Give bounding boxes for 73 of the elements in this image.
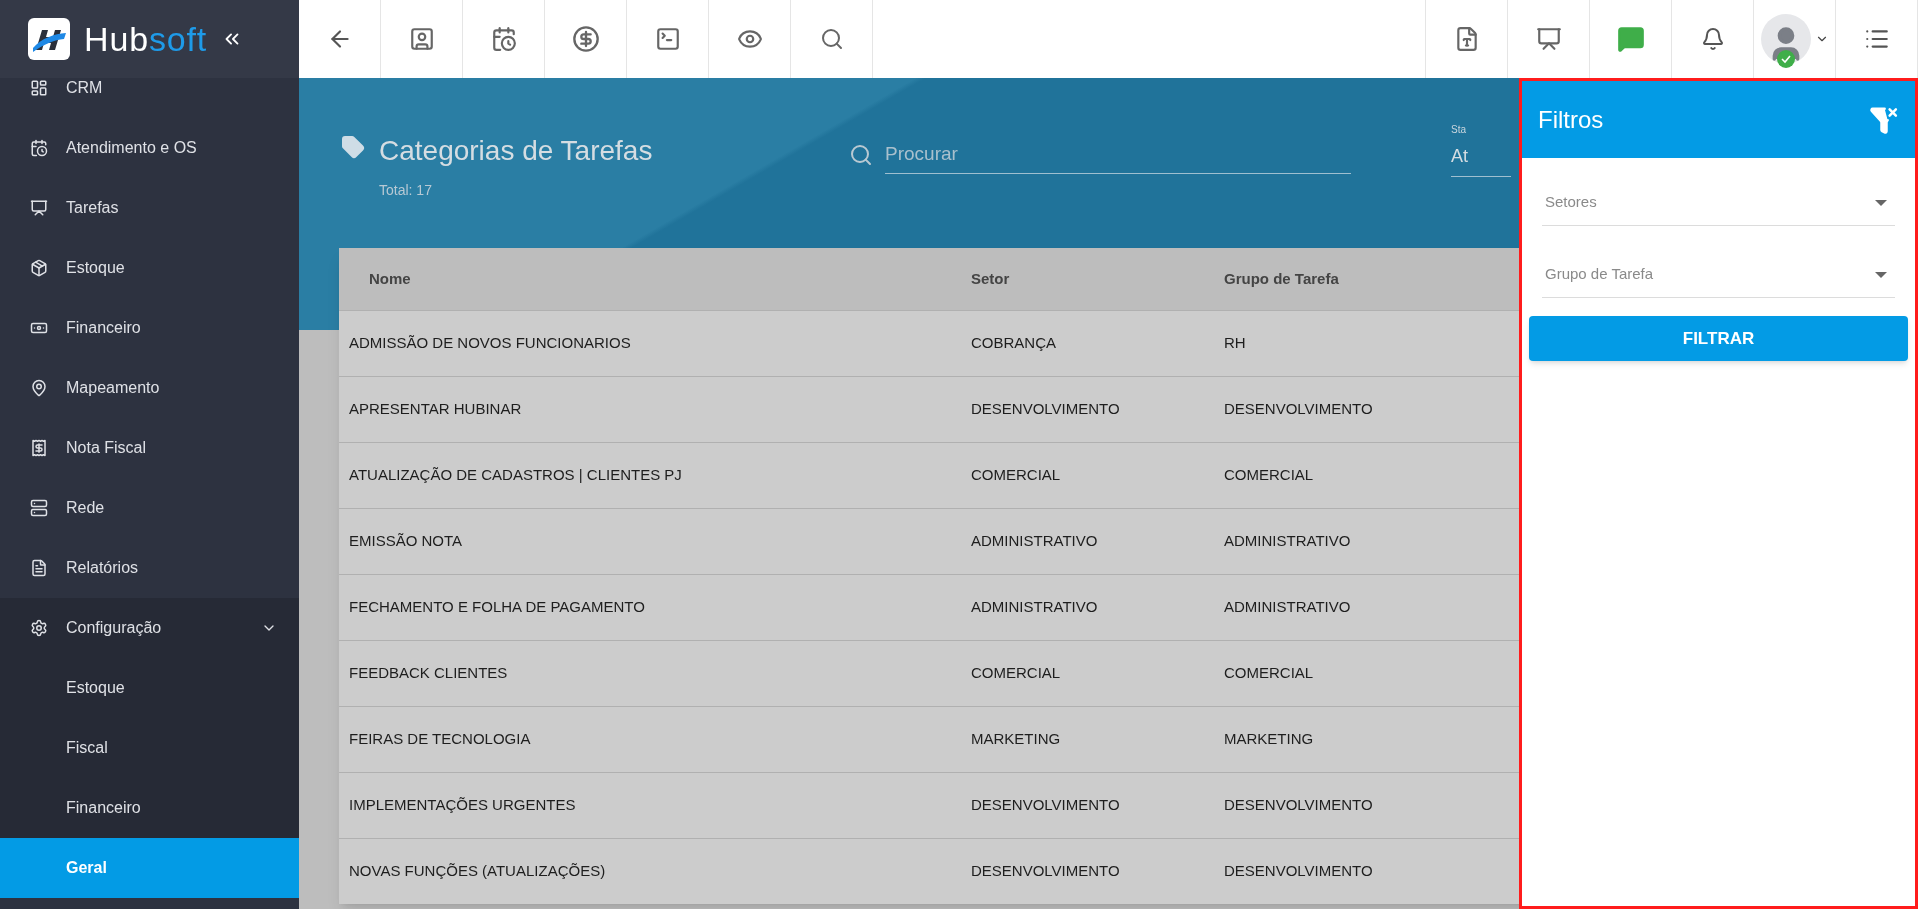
sidebar-item[interactable]: Atendimento e OS xyxy=(0,118,299,178)
calendar-clock-icon[interactable] xyxy=(490,26,517,52)
select-field[interactable]: Setores xyxy=(1542,180,1895,226)
total-count: Total: 17 xyxy=(379,181,433,200)
chat-icon[interactable] xyxy=(1616,25,1645,53)
status-field[interactable]: At xyxy=(1451,143,1511,177)
table-cell: COBRANÇA xyxy=(971,334,1056,352)
table-cell: MARKETING xyxy=(1224,730,1314,748)
panel-title: Filtros xyxy=(1538,104,1604,135)
sidebar-item[interactable]: Relatórios xyxy=(0,538,299,598)
table-cell: ADMINISTRATIVO xyxy=(1224,598,1351,616)
calendar-clock-icon xyxy=(30,139,48,157)
server-icon xyxy=(30,499,48,517)
sidebar-item[interactable]: CRM xyxy=(0,78,299,118)
bell-icon[interactable] xyxy=(1700,27,1725,51)
table-cell: ADMISSÃO DE NOVOS FUNCIONARIOS xyxy=(349,334,631,352)
sidebar-item[interactable]: Tarefas xyxy=(0,178,299,238)
dropdown-arrow-icon xyxy=(1875,271,1887,278)
table-cell: EMISSÃO NOTA xyxy=(349,532,463,550)
table-cell: NOVAS FUNÇÕES (ATUALIZAÇÕES) xyxy=(349,862,606,880)
sidebar-item[interactable]: Mapeamento xyxy=(0,358,299,418)
table-cell: ADMINISTRATIVO xyxy=(1224,532,1351,550)
table-cell: FEEDBACK CLIENTES xyxy=(349,664,508,682)
search-icon[interactable] xyxy=(819,27,844,51)
dashboard-icon xyxy=(30,79,48,97)
logo-text: Hubsoft xyxy=(84,22,208,56)
sidebar-item[interactable]: Estoque xyxy=(0,658,299,718)
sidebar-item[interactable]: Estoque xyxy=(0,238,299,298)
table-cell: DESENVOLVIMENTO xyxy=(971,862,1120,880)
logo-icon xyxy=(28,18,70,60)
document-icon xyxy=(30,559,48,577)
sidebar-item[interactable]: Financeiro xyxy=(0,778,299,838)
page-title: Categorias de Tarefas xyxy=(379,134,654,168)
table-cell: COMERCIAL xyxy=(1224,466,1314,484)
dollar-icon[interactable] xyxy=(571,25,600,53)
terminal-icon[interactable] xyxy=(654,26,681,52)
table-cell: COMERCIAL xyxy=(1224,664,1314,682)
table-cell: COMERCIAL xyxy=(971,664,1061,682)
search-icon xyxy=(849,142,873,167)
table-cell: DESENVOLVIMENTO xyxy=(1224,796,1373,814)
status-label: Sta xyxy=(1451,123,1467,137)
sidebar-item[interactable]: Financeiro xyxy=(0,298,299,358)
board-icon[interactable] xyxy=(1535,26,1562,52)
table-cell: DESENVOLVIMENTO xyxy=(971,400,1120,418)
table-cell: ADMINISTRATIVO xyxy=(971,598,1098,616)
settings-icon xyxy=(30,619,48,637)
dropdown-arrow-icon xyxy=(1875,199,1887,206)
column-header[interactable]: Nome xyxy=(369,269,411,287)
table-cell: IMPLEMENTAÇÕES URGENTES xyxy=(349,796,576,814)
table-cell: COMERCIAL xyxy=(971,466,1061,484)
tag-icon xyxy=(341,135,365,159)
table-cell: MARKETING xyxy=(971,730,1061,748)
table-cell: ADMINISTRATIVO xyxy=(971,532,1098,550)
sidebar-item[interactable]: Configuração xyxy=(0,598,299,658)
sidebar-item[interactable]: Nota Fiscal xyxy=(0,418,299,478)
table-cell: ATUALIZAÇÃO DE CADASTROS | CLIENTES PJ xyxy=(349,466,682,484)
table-cell: DESENVOLVIMENTO xyxy=(971,796,1120,814)
receipt-icon xyxy=(30,439,48,457)
table-cell: FEIRAS DE TECNOLOGIA xyxy=(349,730,531,748)
sidebar-item[interactable]: Fiscal xyxy=(0,718,299,778)
search-field[interactable]: Procurar xyxy=(885,136,1351,174)
table-cell: DESENVOLVIMENTO xyxy=(1224,862,1373,880)
sidebar-item[interactable]: Rede xyxy=(0,478,299,538)
table-cell: APRESENTAR HUBINAR xyxy=(349,400,522,418)
package-icon xyxy=(30,259,48,277)
board-icon xyxy=(30,199,48,217)
table-cell: DESENVOLVIMENTO xyxy=(1224,400,1373,418)
contact-card-icon[interactable] xyxy=(408,26,435,52)
map-pin-icon xyxy=(30,379,48,397)
column-header[interactable]: Setor xyxy=(971,269,1010,287)
table-cell: FECHAMENTO E FOLHA DE PAGAMENTO xyxy=(349,598,645,616)
column-header[interactable]: Grupo de Tarefa xyxy=(1224,269,1339,287)
table-cell: RH xyxy=(1224,334,1246,352)
